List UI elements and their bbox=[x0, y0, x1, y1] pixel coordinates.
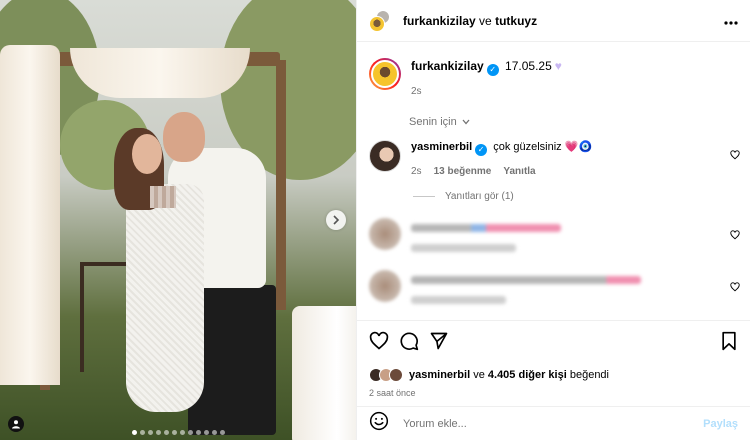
likes-suffix: beğendi bbox=[569, 369, 609, 381]
post-comment-button[interactable]: Paylaş bbox=[703, 418, 738, 430]
purple-heart-icon: ♥ bbox=[554, 59, 562, 73]
comment-filter-label: Senin için bbox=[409, 116, 457, 128]
photo-man-head bbox=[163, 112, 205, 162]
carousel-dot bbox=[180, 430, 185, 435]
caption-time: 2s bbox=[411, 86, 422, 97]
drape-left bbox=[0, 45, 60, 385]
caption-username[interactable]: furkankizilay bbox=[411, 59, 484, 73]
comment-item: yasminerbil ✓ çok güzelsiniz 💗🧿 2s 13 beğ… bbox=[357, 140, 750, 179]
more-horizontal-icon bbox=[724, 20, 738, 25]
share-button[interactable] bbox=[429, 331, 449, 356]
comment-input[interactable] bbox=[403, 417, 704, 430]
liker-avatar bbox=[389, 368, 403, 382]
comment-emoji: 💗🧿 bbox=[564, 141, 593, 153]
blurred-text bbox=[411, 224, 561, 232]
header-user-1[interactable]: furkankizilay bbox=[403, 14, 476, 28]
likes-user[interactable]: yasminerbil bbox=[409, 369, 470, 381]
post-photo[interactable] bbox=[0, 0, 356, 440]
carousel-dots bbox=[132, 430, 225, 435]
photo-woman-dress bbox=[126, 184, 204, 412]
heart-outline-icon bbox=[730, 150, 740, 160]
next-photo-button[interactable] bbox=[326, 210, 346, 230]
reply-button[interactable]: Yanıtla bbox=[503, 164, 535, 179]
blurred-avatar bbox=[369, 218, 401, 250]
blurred-comment bbox=[357, 218, 750, 252]
save-button[interactable] bbox=[720, 331, 738, 356]
post-time: 2 saat önce bbox=[369, 388, 416, 398]
chevron-down-icon bbox=[462, 119, 470, 125]
comment-button[interactable] bbox=[399, 331, 419, 356]
header-user-2[interactable]: tutkuyz bbox=[495, 14, 537, 28]
carousel-dot bbox=[172, 430, 177, 435]
comment-text: çok güzelsiniz bbox=[493, 141, 562, 153]
photo-blurred-area bbox=[150, 186, 176, 208]
view-replies-label: Yanıtları gör (1) bbox=[445, 191, 514, 202]
paper-plane-icon bbox=[430, 332, 448, 350]
carousel-dot bbox=[196, 430, 201, 435]
drape-top bbox=[70, 48, 250, 98]
comment-bubble-icon bbox=[400, 332, 419, 351]
like-button[interactable] bbox=[369, 331, 389, 356]
comment-time: 2s bbox=[411, 166, 422, 177]
chevron-right-icon bbox=[333, 215, 340, 225]
blurred-meta bbox=[411, 296, 506, 304]
tagged-users-button[interactable] bbox=[8, 416, 24, 432]
comment-likes[interactable]: 13 beğenme bbox=[434, 164, 492, 179]
post-side-panel: furkankizilay ve tutkuyz furkankizilay ✓ … bbox=[356, 0, 750, 440]
photo-table bbox=[292, 306, 356, 440]
blurred-comment bbox=[357, 270, 750, 304]
comment-filter-dropdown[interactable]: Senin için bbox=[409, 116, 750, 128]
header-usernames: furkankizilay ve tutkuyz bbox=[403, 14, 537, 28]
liker-avatars bbox=[369, 368, 403, 382]
add-comment-bar: Paylaş bbox=[357, 406, 750, 440]
bookmark-icon bbox=[722, 331, 736, 351]
user-tag-icon bbox=[12, 420, 20, 429]
likes-connector: ve bbox=[473, 369, 485, 381]
photo-chair bbox=[80, 262, 132, 372]
comment-like-button[interactable] bbox=[730, 282, 740, 295]
comment-like-button[interactable] bbox=[730, 150, 740, 163]
smiley-icon bbox=[369, 411, 389, 431]
collab-avatars[interactable] bbox=[369, 9, 391, 32]
blurred-text bbox=[411, 276, 641, 284]
carousel-dot bbox=[132, 430, 137, 435]
verified-badge-icon: ✓ bbox=[486, 64, 499, 76]
blurred-meta bbox=[411, 244, 516, 252]
avatar-furkankizilay bbox=[369, 15, 385, 32]
likes-summary[interactable]: yasminerbil ve 4.405 diğer kişi beğendi bbox=[369, 368, 738, 382]
heart-outline-icon bbox=[369, 331, 389, 350]
carousel-dot bbox=[148, 430, 153, 435]
view-replies-button[interactable]: Yanıtları gör (1) bbox=[413, 191, 750, 202]
carousel-dot bbox=[164, 430, 169, 435]
verified-badge-icon: ✓ bbox=[475, 144, 488, 156]
heart-outline-icon bbox=[730, 230, 740, 240]
carousel-dot bbox=[156, 430, 161, 435]
emoji-button[interactable] bbox=[369, 411, 389, 436]
header-connector: ve bbox=[479, 13, 492, 28]
arch-post-right bbox=[276, 60, 286, 310]
photo-woman-face bbox=[132, 134, 162, 174]
blurred-avatar bbox=[369, 270, 401, 302]
comment-username[interactable]: yasminerbil bbox=[411, 141, 472, 153]
replies-divider bbox=[413, 196, 435, 197]
carousel-dot bbox=[204, 430, 209, 435]
avatar-image bbox=[371, 60, 399, 88]
likes-others[interactable]: 4.405 diğer kişi bbox=[488, 369, 567, 381]
carousel-dot bbox=[188, 430, 193, 435]
post-caption: furkankizilay ✓ 17.05.25 ♥ 2s bbox=[357, 42, 750, 100]
more-options-button[interactable] bbox=[724, 12, 738, 30]
carousel-dot bbox=[220, 430, 225, 435]
post-actions: yasminerbil ve 4.405 diğer kişi beğendi … bbox=[357, 320, 750, 398]
comment-like-button[interactable] bbox=[730, 230, 740, 243]
commenter-avatar[interactable] bbox=[369, 140, 401, 172]
caption-avatar[interactable] bbox=[369, 58, 401, 90]
caption-text: 17.05.25 bbox=[505, 59, 552, 73]
carousel-dot bbox=[140, 430, 145, 435]
heart-outline-icon bbox=[730, 282, 740, 292]
carousel-dot bbox=[212, 430, 217, 435]
post-header: furkankizilay ve tutkuyz bbox=[357, 0, 750, 42]
